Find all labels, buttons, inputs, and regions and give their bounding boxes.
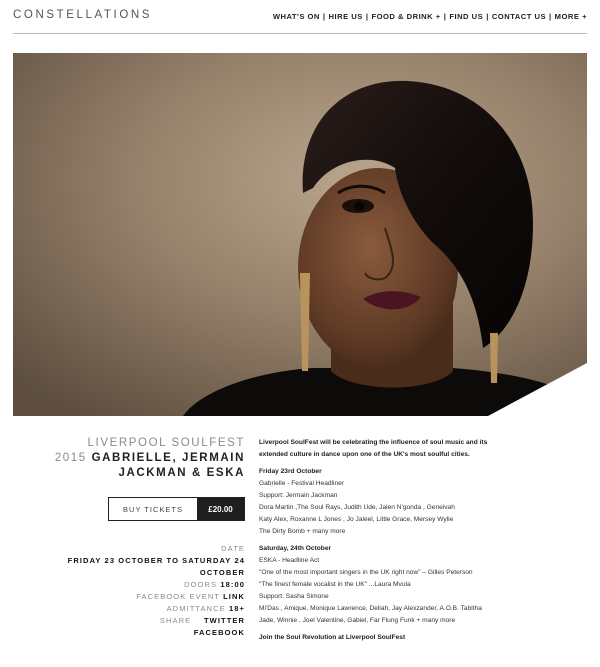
friday-line: Gabrielle - Festival Headliner xyxy=(259,480,345,487)
friday-line: Dora Martin ,The Soul Rays, Judith Ude, … xyxy=(259,504,455,511)
portrait-illustration xyxy=(13,53,587,416)
share-twitter-link[interactable]: TWITTER xyxy=(204,616,245,625)
friday-line: The Dirty Bomb + many more xyxy=(259,528,346,535)
site-logo[interactable]: CONSTELLATIONS xyxy=(13,9,152,21)
event-summary: LIVERPOOL SOULFEST 2015 GABRIELLE, JERMA… xyxy=(13,436,245,637)
site-header: CONSTELLATIONS WHAT'S ON | HIRE US | FOO… xyxy=(13,0,587,34)
main-nav: WHAT'S ON | HIRE US | FOOD & DRINK + | F… xyxy=(273,12,587,21)
share-label: SHARE xyxy=(159,616,192,625)
friday-line: Support: Jermain Jackman xyxy=(259,492,338,499)
nav-more[interactable]: MORE + xyxy=(555,12,587,21)
friday-heading: Friday 23rd October xyxy=(259,468,322,475)
nav-separator: | xyxy=(365,12,369,21)
event-info: DATE FRIDAY 23 OCTOBER TO SATURDAY 24 OC… xyxy=(13,543,245,639)
nav-hire-us[interactable]: HIRE US xyxy=(329,12,363,21)
doors-label: DOORS xyxy=(184,580,218,589)
saturday-line: Support: Sasha Simone xyxy=(259,593,329,600)
buy-tickets-button[interactable]: BUY TICKETS xyxy=(109,498,197,520)
friday-line: Katy Alex, Roxanne L Jones , Jo Jaleel, … xyxy=(259,516,454,523)
saturday-line: ESKA - Headline Act xyxy=(259,557,320,564)
event-title-artists-1: GABRIELLE, JERMAIN xyxy=(91,452,245,464)
nav-whats-on[interactable]: WHAT'S ON xyxy=(273,12,320,21)
date-value-line-1: FRIDAY 23 OCTOBER TO SATURDAY 24 xyxy=(67,556,245,565)
admittance-label: ADMITTANCE xyxy=(166,604,226,613)
event-description: Liverpool SoulFest will be celebrating t… xyxy=(259,437,489,644)
event-title: LIVERPOOL SOULFEST 2015 GABRIELLE, JERMA… xyxy=(13,436,245,481)
nav-food-drink[interactable]: FOOD & DRINK + xyxy=(371,12,440,21)
closing-line: Join the Soul Revolution at Liverpool So… xyxy=(259,634,406,641)
nav-separator: | xyxy=(486,12,489,21)
nav-find-us[interactable]: FIND US xyxy=(449,12,483,21)
event-title-artists-2: JACKMAN & ESKA xyxy=(118,467,245,479)
nav-separator: | xyxy=(443,12,447,21)
saturday-line: Jade, Winnie , Joel Valentine, Gabiel, F… xyxy=(259,617,456,624)
nav-separator: | xyxy=(549,12,552,21)
event-title-year: 2015 xyxy=(54,452,87,464)
intro-line-2: extended culture in dance upon one of th… xyxy=(259,451,470,458)
doors-value: 18:00 xyxy=(220,580,245,589)
admittance-value: 18+ xyxy=(228,604,245,613)
nav-contact-us[interactable]: CONTACT US xyxy=(492,12,546,21)
nav-separator: | xyxy=(322,12,326,21)
intro-line-1: Liverpool SoulFest will be celebrating t… xyxy=(259,439,488,446)
ticket-price: £20.00 xyxy=(197,498,244,520)
saturday-line: "The finest female vocalist in the UK" .… xyxy=(259,581,411,588)
facebook-event-link[interactable]: LINK xyxy=(223,592,245,601)
saturday-heading: Saturday, 24th October xyxy=(259,545,332,552)
hero-image xyxy=(13,53,587,416)
facebook-event-label: FACEBOOK EVENT xyxy=(136,592,220,601)
saturday-line: "One of the most important singers in th… xyxy=(259,569,473,576)
date-value-line-2: OCTOBER xyxy=(199,568,245,577)
share-facebook-link[interactable]: FACEBOOK xyxy=(194,628,245,637)
date-label: DATE xyxy=(221,544,245,553)
saturday-line: Mi'Das , Amique, Monique Lawrence, Delia… xyxy=(259,605,482,612)
ticket-box: BUY TICKETS £20.00 xyxy=(108,497,245,521)
event-title-series: LIVERPOOL SOULFEST xyxy=(87,437,245,449)
